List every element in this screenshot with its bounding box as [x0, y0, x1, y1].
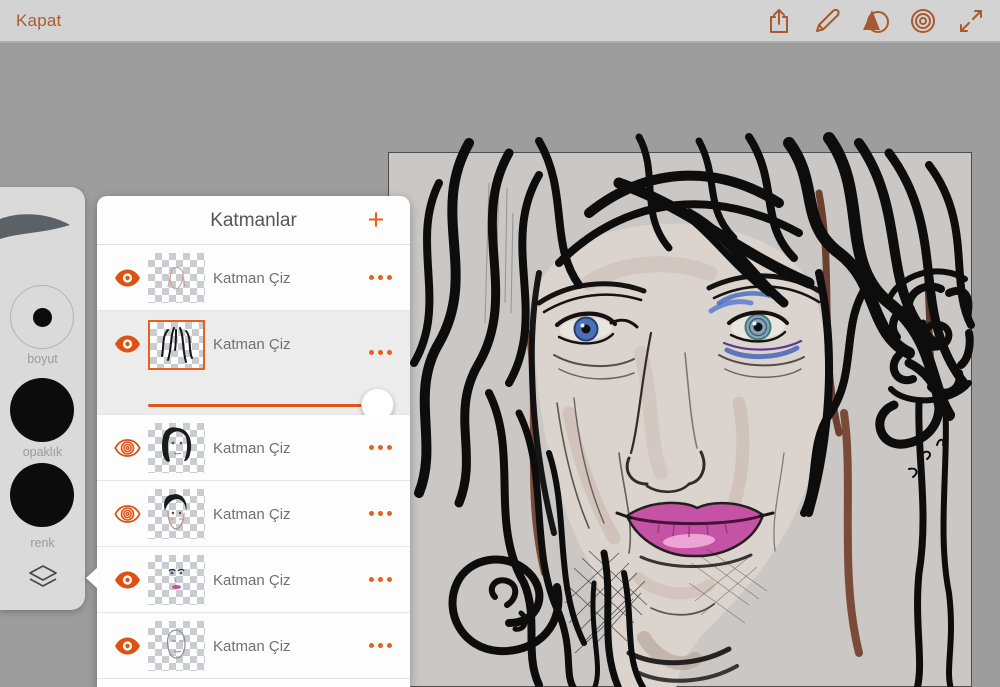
layer-row[interactable]: Katman Çiz	[97, 415, 410, 481]
layer-menu-icon[interactable]	[369, 350, 392, 355]
drawing-canvas[interactable]	[388, 132, 975, 687]
layer-visibility-eye-icon[interactable]	[114, 570, 141, 590]
layer-menu-icon[interactable]	[369, 576, 392, 582]
layer-name: Katman Çiz	[213, 439, 291, 457]
brush-rings-icon[interactable]	[906, 4, 940, 38]
brush-color-control[interactable]	[10, 463, 74, 527]
layer-menu-icon[interactable]	[369, 444, 392, 450]
layer-thumbnail[interactable]	[148, 320, 205, 370]
layer-opacity-slider[interactable]	[148, 388, 394, 421]
opacity-label: opaklık	[22, 445, 63, 459]
layer-name: Katman Çiz	[213, 269, 291, 287]
top-toolbar: Kapat	[0, 0, 1000, 43]
app-window: Kapat boyut opaklık renk Katmanlar + Kat…	[0, 0, 1000, 687]
toolbar-actions	[762, 0, 988, 41]
brush-tip-preview[interactable]	[0, 209, 72, 245]
shape-transform-icon[interactable]	[858, 4, 892, 38]
layer-name: Katman Çiz	[213, 335, 291, 353]
layer-row[interactable]: Katman Çiz	[97, 547, 410, 613]
layer-visibility-eye-icon[interactable]	[114, 268, 141, 288]
layers-panel: Katmanlar + Katman Çiz Katman Çiz Katman…	[97, 196, 410, 687]
add-layer-button[interactable]: +	[360, 204, 392, 236]
size-label: boyut	[27, 352, 58, 366]
layer-thumbnail[interactable]	[148, 621, 205, 671]
layer-name: Katman Çiz	[213, 505, 291, 523]
layer-name: Katman Çiz	[213, 571, 291, 589]
layer-visibility-eye-outline-icon[interactable]	[114, 504, 141, 524]
layer-thumbnail[interactable]	[148, 253, 205, 303]
layer-row[interactable]: Katman Çiz	[97, 245, 410, 311]
brush-size-dot	[33, 308, 52, 327]
layer-visibility-eye-icon[interactable]	[114, 334, 141, 354]
layers-panel-partial-row	[97, 679, 410, 687]
share-icon[interactable]	[762, 4, 796, 38]
fullscreen-icon[interactable]	[954, 4, 988, 38]
tool-sidebar: boyut opaklık renk	[0, 187, 85, 610]
layers-panel-header: Katmanlar +	[97, 196, 410, 245]
artwork-portrait	[410, 132, 975, 687]
layer-thumbnail[interactable]	[148, 555, 205, 605]
opacity-slider-track[interactable]	[148, 404, 390, 407]
layer-row[interactable]: Katman Çiz	[97, 613, 410, 679]
panel-pointer-arrow	[86, 567, 98, 589]
color-label: renk	[30, 536, 55, 550]
layers-icon[interactable]	[27, 563, 59, 593]
layer-row[interactable]: Katman Çiz	[97, 481, 410, 547]
brush-opacity-control[interactable]	[10, 378, 74, 442]
layer-menu-icon[interactable]	[369, 510, 392, 516]
pencil-icon[interactable]	[810, 4, 844, 38]
close-button[interactable]: Kapat	[16, 0, 61, 41]
layer-menu-icon[interactable]	[369, 274, 392, 280]
layer-row-selected[interactable]: Katman Çiz	[97, 311, 410, 421]
layer-thumbnail[interactable]	[148, 489, 205, 539]
layer-visibility-eye-outline-icon[interactable]	[114, 438, 141, 458]
layer-thumbnail[interactable]	[148, 423, 205, 473]
layer-visibility-eye-icon[interactable]	[114, 636, 141, 656]
brush-size-control[interactable]	[10, 285, 74, 349]
layer-menu-icon[interactable]	[369, 642, 392, 648]
layer-name: Katman Çiz	[213, 637, 291, 655]
